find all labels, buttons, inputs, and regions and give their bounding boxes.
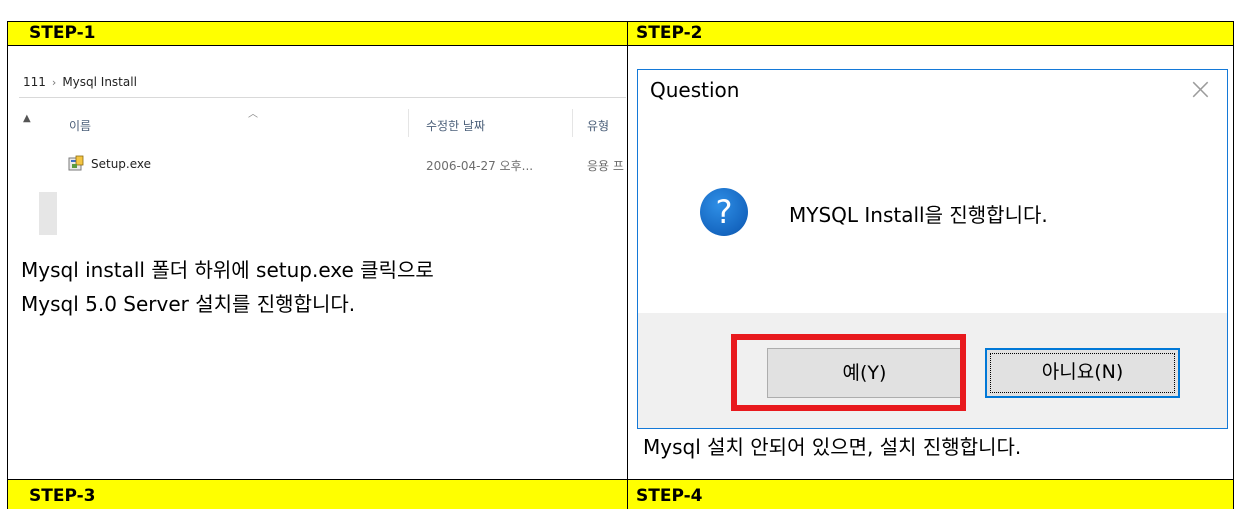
step-4-label: STEP-4 bbox=[636, 486, 703, 506]
column-header-modified[interactable]: 수정한 날짜 bbox=[426, 117, 485, 134]
step-1-label: STEP-1 bbox=[29, 23, 96, 43]
column-divider bbox=[572, 109, 573, 137]
table-border bbox=[7, 45, 1234, 46]
focus-rectangle bbox=[990, 353, 1175, 393]
dialog-title: Question bbox=[650, 78, 740, 102]
file-name[interactable]: Setup.exe bbox=[91, 157, 151, 171]
file-modified-date: 2006-04-27 오후... bbox=[426, 159, 534, 173]
sort-ascending-icon: ︿ bbox=[248, 109, 258, 120]
breadcrumb-divider bbox=[19, 97, 626, 98]
step-1-description-line-1: Mysql install 폴더 하위에 setup.exe 클릭으로 bbox=[21, 258, 434, 282]
breadcrumb-separator: › bbox=[51, 76, 57, 89]
column-header-type[interactable]: 유형 bbox=[587, 117, 609, 134]
step-4-header: STEP-4 bbox=[628, 480, 1233, 509]
table-border-middle bbox=[627, 21, 628, 509]
breadcrumb: 111 › Mysql Install bbox=[23, 75, 137, 89]
file-type: 응용 프 bbox=[587, 159, 624, 173]
column-header-name[interactable]: 이름 bbox=[69, 117, 91, 134]
breadcrumb-parent[interactable]: 111 bbox=[23, 75, 46, 89]
step-1-header: STEP-1 bbox=[8, 22, 627, 45]
close-icon[interactable]: × bbox=[1188, 72, 1213, 107]
dialog-message: MYSQL Install을 진행합니다. bbox=[789, 203, 1048, 227]
step-2-description: Mysql 설치 안되어 있으면, 설치 진행합니다. bbox=[643, 435, 1022, 459]
step-2-header: STEP-2 bbox=[628, 22, 1233, 45]
setup-exe-icon bbox=[68, 155, 84, 171]
step-3-label: STEP-3 bbox=[29, 486, 96, 506]
column-divider bbox=[408, 109, 409, 137]
step-2-label: STEP-2 bbox=[636, 23, 703, 43]
collapse-up-icon[interactable]: ▲ bbox=[23, 113, 31, 124]
scrollbar-track[interactable] bbox=[39, 192, 57, 235]
no-button[interactable]: 아니요(N) bbox=[985, 348, 1180, 398]
step-3-header: STEP-3 bbox=[8, 480, 627, 509]
question-icon: ? bbox=[700, 188, 748, 236]
table-border-left bbox=[7, 21, 8, 509]
file-explorer-screenshot: 111 › Mysql Install ▲ ︿ 이름 수정한 날짜 유형 Setup… bbox=[19, 71, 626, 235]
table-border-top bbox=[7, 21, 1234, 22]
table-border bbox=[7, 479, 1234, 480]
step-1-description-line-2: Mysql 5.0 Server 설치를 진행합니다. bbox=[21, 292, 356, 316]
table-border-right bbox=[1233, 21, 1234, 509]
breadcrumb-current[interactable]: Mysql Install bbox=[62, 75, 137, 89]
highlight-box bbox=[731, 334, 966, 411]
